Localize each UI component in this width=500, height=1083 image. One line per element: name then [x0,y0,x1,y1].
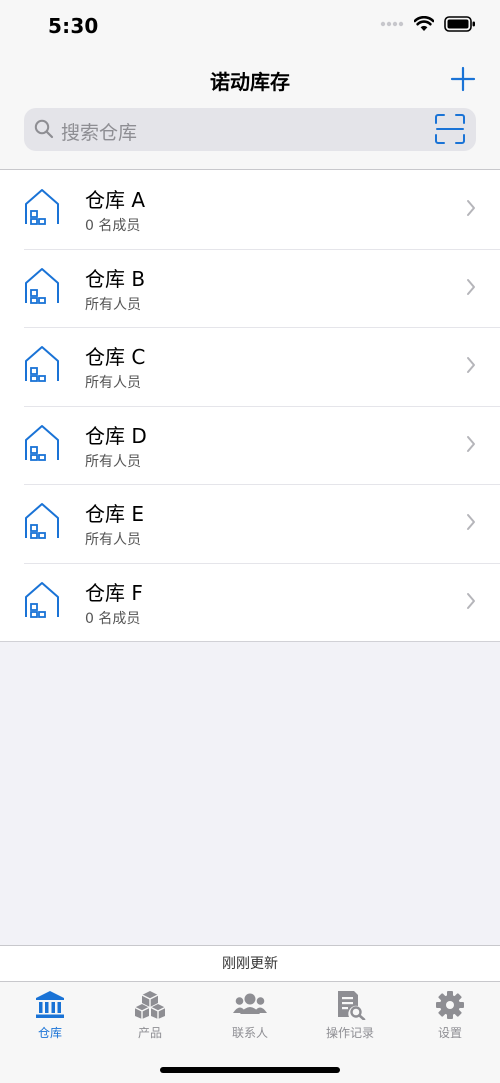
warehouse-icon [36,991,64,1018]
tab-label: 仓库 [37,1026,62,1040]
records-icon [338,991,366,1020]
warehouse-name: 仓库 B [85,266,146,291]
warehouse-row-b[interactable]: 仓库 B 所有人员 [0,248,500,328]
warehouse-name: 仓库 F [85,580,143,605]
page-title: 诺动库存 [210,70,290,94]
chevron-right-icon [467,435,475,452]
warehouse-icon [25,267,59,304]
warehouse-name: 仓库 D [85,423,147,448]
tab-label: 联系人 [231,1026,268,1040]
warehouse-icon [25,503,59,539]
scan-icon[interactable] [434,113,466,145]
warehouse-members: 所有人员 [85,453,141,470]
warehouse-list: 仓库 A 0 名成员 仓库 B 所有人员 仓库 C 所有人员 仓库 D 所有人员… [0,170,500,642]
warehouse-icon [25,189,59,225]
status-time: 5:30 [48,14,99,38]
warehouse-members: 所有人员 [85,375,141,391]
warehouse-icon [25,581,59,618]
warehouse-row-c[interactable]: 仓库 C 所有人员 [0,327,500,406]
chevron-right-icon [467,514,475,530]
boxes-icon [134,991,166,1019]
nav-header: 诺动库存 搜索仓库 [0,52,500,170]
wifi-icon [414,16,434,31]
tab-products[interactable]: 产品 [100,990,200,1046]
tab-records[interactable]: 操作记录 [300,990,400,1046]
warehouse-row-f[interactable]: 仓库 F 0 名成员 [0,562,500,642]
tab-label: 产品 [137,1026,162,1040]
status-icons [380,16,476,32]
warehouse-row-a[interactable]: 仓库 A 0 名成员 [0,170,500,249]
tab-warehouse[interactable]: 仓库 [0,990,100,1046]
warehouse-row-e[interactable]: 仓库 E 所有人员 [0,484,500,563]
chevron-right-icon [467,278,475,295]
warehouse-row-d[interactable]: 仓库 D 所有人员 [0,405,500,485]
tab-contacts[interactable]: 联系人 [200,990,300,1046]
warehouse-members: 所有人员 [85,532,141,548]
warehouse-name: 仓库 C [85,345,146,369]
signal-icon [380,21,404,27]
status-bar: 5:30 [0,0,500,52]
tab-label: 设置 [437,1026,462,1040]
chevron-right-icon [467,592,475,609]
search-bar[interactable]: 搜索仓库 [24,108,476,151]
warehouse-name: 仓库 A [85,188,146,212]
warehouse-members: 0 名成员 [85,218,141,234]
warehouse-icon [25,346,59,382]
home-indicator [160,1067,340,1073]
chevron-right-icon [467,200,475,216]
refresh-status: 刚刚更新 [0,945,500,982]
chevron-right-icon [467,357,475,373]
tab-settings[interactable]: 设置 [400,990,500,1046]
battery-icon [444,16,475,32]
search-input[interactable]: 搜索仓库 [61,118,137,145]
tab-label: 操作记录 [325,1026,374,1040]
warehouse-members: 0 名成员 [85,610,141,627]
warehouse-icon [25,424,59,461]
people-icon [233,993,267,1014]
search-icon [34,119,54,139]
warehouse-members: 所有人员 [85,296,141,313]
gear-icon [436,991,464,1019]
add-warehouse-button[interactable] [450,66,476,92]
warehouse-name: 仓库 E [85,502,144,526]
